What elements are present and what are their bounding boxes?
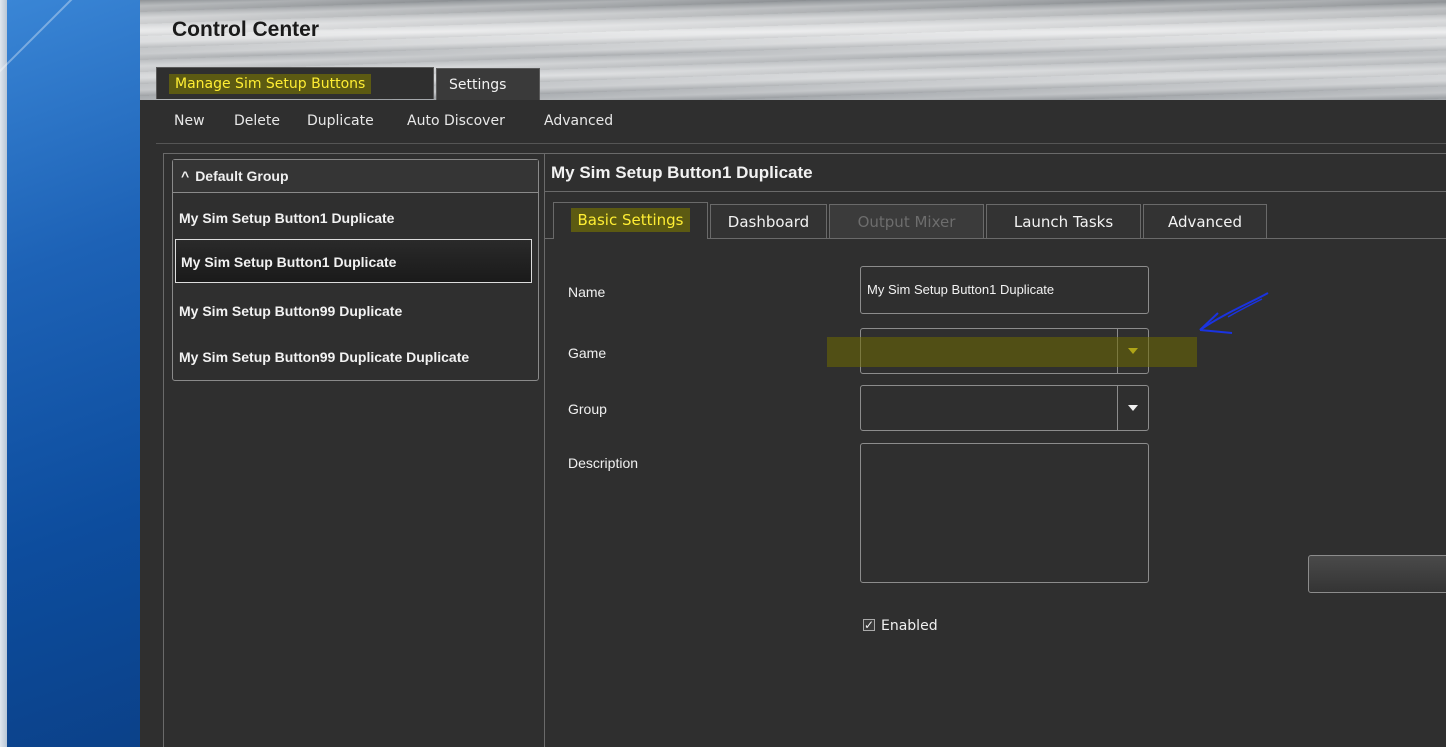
group-combobox[interactable]	[860, 385, 1149, 431]
tab-label: Basic Settings	[571, 208, 690, 232]
check-icon: ✓	[864, 618, 875, 632]
side-action-button[interactable]	[1308, 555, 1446, 593]
detail-panel: My Sim Setup Button1 Duplicate Basic Set…	[545, 153, 1446, 747]
button-list-panel: ^ Default Group My Sim Setup Button1 Dupl…	[163, 153, 545, 747]
tab-output-mixer: Output Mixer	[829, 204, 984, 238]
enabled-checkbox[interactable]: ✓	[863, 619, 875, 631]
delete-button[interactable]: Delete	[234, 113, 280, 129]
toolbar: New Delete Duplicate Auto Discover Advan…	[156, 101, 1446, 144]
group-header[interactable]: ^ Default Group	[173, 160, 538, 193]
game-combobox[interactable]	[860, 328, 1149, 374]
detail-title: My Sim Setup Button1 Duplicate	[545, 154, 1446, 192]
group-dropdown-button[interactable]	[1117, 386, 1148, 430]
list-item-selected[interactable]: My Sim Setup Button1 Duplicate	[175, 239, 532, 283]
game-dropdown-button[interactable]	[1117, 329, 1148, 373]
chevron-up-icon: ^	[181, 168, 190, 184]
chevron-down-icon	[1128, 348, 1138, 354]
tab-settings[interactable]: Settings	[436, 68, 540, 100]
tab-basic-settings[interactable]: Basic Settings	[553, 202, 708, 239]
app-title: Control Center	[172, 18, 319, 41]
name-input[interactable]	[867, 282, 1142, 297]
desktop-background	[0, 0, 140, 747]
game-label: Game	[568, 345, 607, 361]
chevron-down-icon	[1128, 405, 1138, 411]
group-label: Group	[568, 401, 607, 417]
name-field[interactable]	[860, 266, 1149, 314]
list-item[interactable]: My Sim Setup Button1 Duplicate	[179, 210, 394, 226]
tab-label: Settings	[449, 77, 507, 93]
tab-label: Manage Sim Setup Buttons	[169, 74, 372, 94]
list-item[interactable]: My Sim Setup Button99 Duplicate	[179, 303, 402, 319]
duplicate-button[interactable]: Duplicate	[307, 113, 374, 129]
tab-advanced[interactable]: Advanced	[1143, 204, 1267, 238]
desktop-edge	[0, 0, 7, 747]
detail-tab-strip: Basic Settings Dashboard Output Mixer La…	[545, 202, 1446, 239]
desktop-streak	[0, 0, 75, 84]
enabled-label: Enabled	[881, 618, 938, 634]
description-label: Description	[568, 455, 639, 471]
group-header-label: Default Group	[195, 168, 289, 184]
tab-launch-tasks[interactable]: Launch Tasks	[986, 204, 1141, 238]
tab-manage-sim-setup-buttons[interactable]: Manage Sim Setup Buttons	[156, 67, 434, 99]
description-field[interactable]	[860, 443, 1149, 583]
advanced-menu-button[interactable]: Advanced	[544, 113, 613, 129]
list-item[interactable]: My Sim Setup Button99 Duplicate Duplicat…	[179, 349, 469, 365]
auto-discover-button[interactable]: Auto Discover	[407, 113, 505, 129]
tab-dashboard[interactable]: Dashboard	[710, 204, 827, 238]
new-button[interactable]: New	[174, 113, 205, 129]
group-box: ^ Default Group My Sim Setup Button1 Dupl…	[172, 159, 539, 381]
name-label: Name	[568, 284, 606, 300]
title-bar: Control Center Manage Sim Setup Buttons …	[140, 0, 1446, 100]
description-input[interactable]	[863, 446, 1148, 582]
control-center-window: Control Center Manage Sim Setup Buttons …	[140, 0, 1446, 747]
